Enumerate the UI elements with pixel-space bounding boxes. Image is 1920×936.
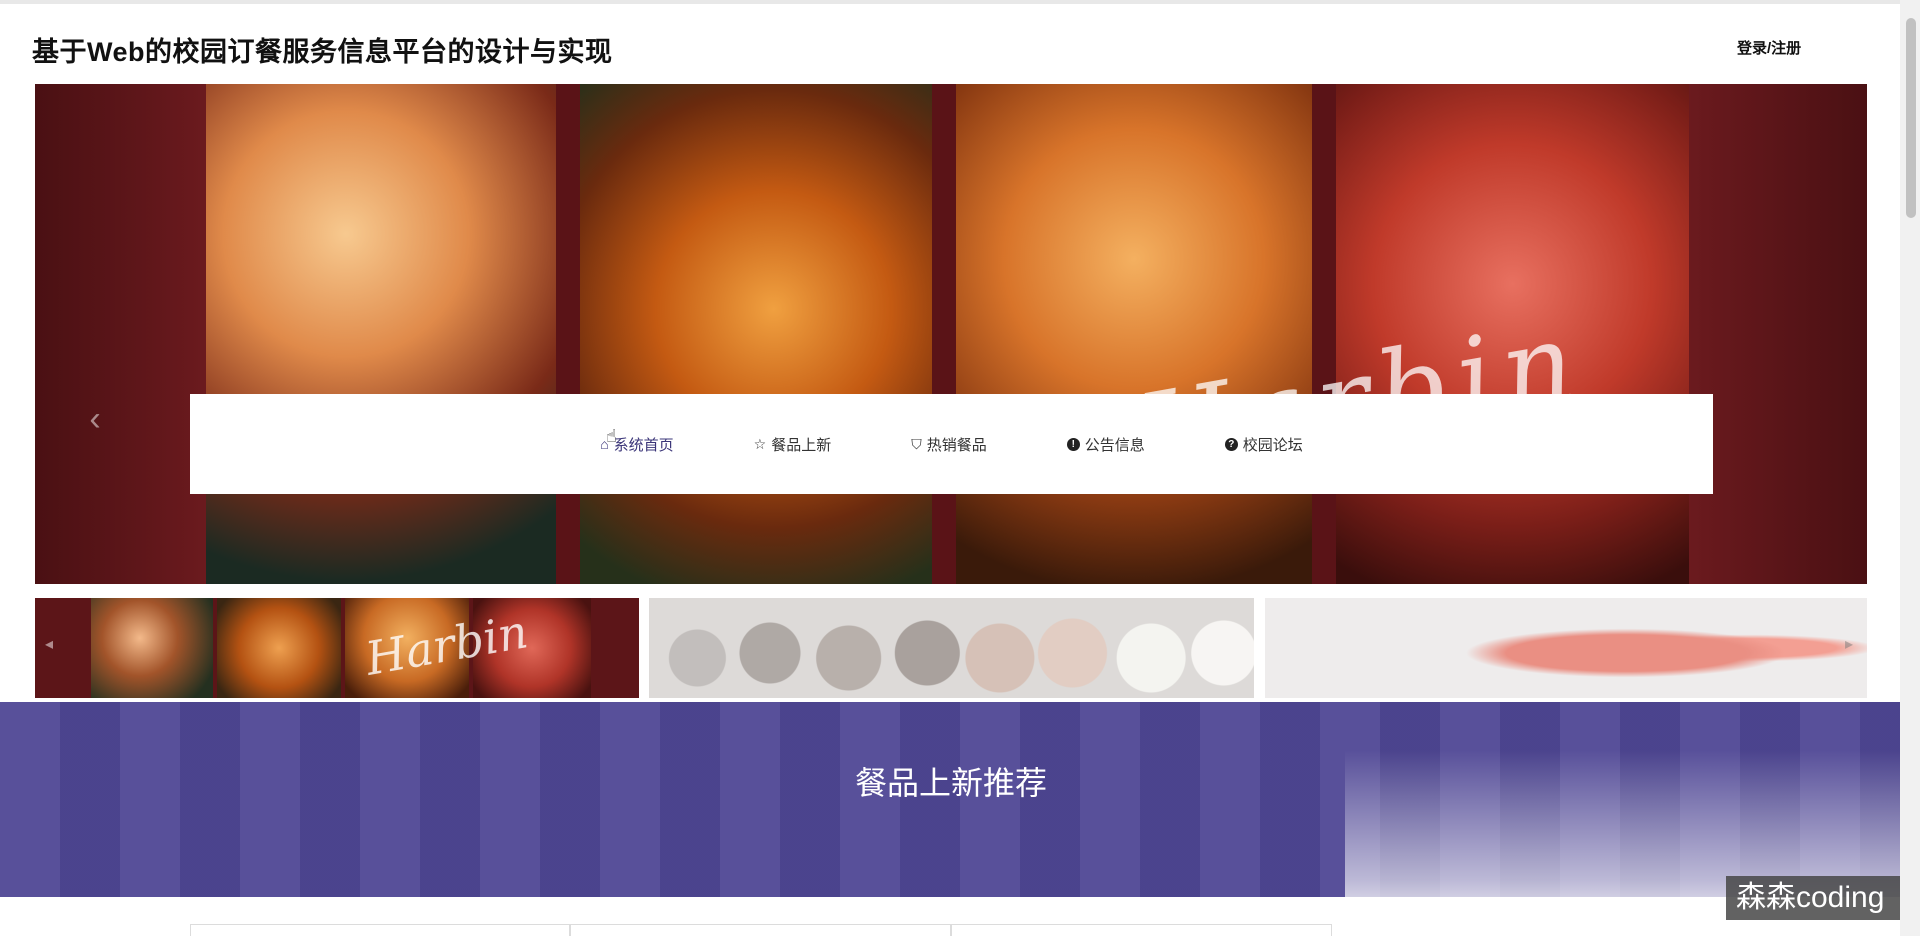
product-card[interactable] [190, 924, 570, 936]
carousel-thumbnail-1[interactable]: Harbin ◂ [35, 598, 639, 698]
site-title: 基于Web的校园订餐服务信息平台的设计与实现 [32, 37, 613, 67]
nav-item-notices[interactable]: ! 公告信息 [1066, 434, 1145, 455]
carousel-image-edge-left [35, 84, 206, 584]
watermark: 森森coding [1726, 876, 1912, 920]
star-icon: ☆ [753, 435, 767, 452]
login-register-link[interactable]: 登录/注册 [1737, 37, 1801, 58]
carousel-image-edge-right [1689, 84, 1867, 584]
chevron-left-icon[interactable]: ‹ [75, 399, 115, 439]
bag-icon: ⛉ [911, 435, 922, 452]
chevron-left-icon[interactable]: ◂ [45, 634, 53, 654]
product-card[interactable] [570, 924, 951, 936]
nav-item-label: 校园论坛 [1242, 436, 1303, 454]
question-icon: ? [1224, 437, 1238, 451]
chevron-right-icon[interactable]: ▸ [1845, 634, 1853, 654]
nav-item-label: 热销餐品 [926, 436, 987, 454]
carousel-divider [556, 84, 580, 584]
thumbnail-image [217, 598, 341, 698]
carousel-image-fish [956, 84, 1312, 584]
thumbnail-image-crayfish [1265, 598, 1867, 698]
nav-item-label: 餐品上新 [771, 436, 832, 454]
nav-item-hot-dishes[interactable]: ⛉ 热销餐品 [911, 434, 987, 455]
nav-item-new-dishes[interactable]: ☆ 餐品上新 [754, 434, 832, 455]
carousel-divider [1312, 84, 1336, 584]
carousel-thumbnail-2[interactable] [649, 598, 1254, 698]
carousel-image-drink [206, 84, 556, 584]
nav-item-forum[interactable]: ? 校园论坛 [1224, 434, 1303, 455]
page: 基于Web的校园订餐服务信息平台的设计与实现 登录/注册 Harbin ‹ › … [0, 0, 1920, 936]
nav-item-label: 系统首页 [613, 436, 674, 454]
info-icon: ! [1066, 437, 1080, 451]
header: 基于Web的校园订餐服务信息平台的设计与实现 登录/注册 [0, 0, 1900, 84]
hero-carousel[interactable]: Harbin ‹ › [35, 84, 1867, 584]
nav-item-label: 公告信息 [1084, 436, 1145, 454]
carousel-image-roast-chicken [580, 84, 932, 584]
product-card[interactable] [951, 924, 1332, 936]
thumbnail-image-chocolates [649, 598, 1254, 698]
carousel-thumbnail-3[interactable]: ▸ [1265, 598, 1867, 698]
hand-cursor-icon: ☝ [606, 426, 617, 446]
thumbnail-image [91, 598, 213, 698]
scrollbar-thumb[interactable] [1906, 18, 1916, 218]
chevron-right-icon[interactable]: › [1859, 399, 1867, 439]
carousel-divider [932, 84, 956, 584]
main-nav: ⌂ 系统首页 ☆ 餐品上新 ⛉ 热销餐品 ! 公告信息 ? 校园论坛 [190, 394, 1713, 494]
